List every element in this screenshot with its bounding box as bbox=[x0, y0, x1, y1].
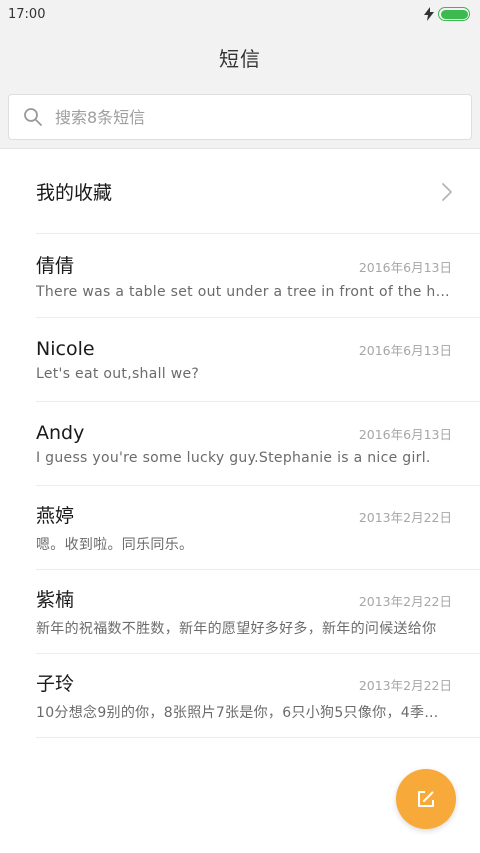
search-box[interactable] bbox=[8, 94, 472, 140]
message-preview: There was a table set out under a tree i… bbox=[36, 284, 452, 300]
contact-name: Andy bbox=[36, 421, 85, 444]
contact-name: Nicole bbox=[36, 337, 95, 360]
message-item[interactable]: 倩倩 2016年6月13日 There was a table set out … bbox=[36, 234, 480, 318]
app-header: 短信 bbox=[0, 28, 480, 86]
battery-icon bbox=[438, 7, 470, 21]
contact-name: 子玲 bbox=[36, 673, 75, 695]
charging-icon bbox=[424, 7, 434, 21]
search-icon bbox=[23, 107, 43, 127]
message-list: 我的收藏 倩倩 2016年6月13日 There was a table set… bbox=[0, 150, 480, 738]
search-input[interactable] bbox=[55, 107, 435, 127]
message-preview: 新年的祝福数不胜数，新年的愿望好多好多，新年的问候送给你 bbox=[36, 621, 437, 637]
message-date: 2016年6月13日 bbox=[358, 342, 452, 358]
message-date: 2013年2月22日 bbox=[358, 594, 452, 609]
message-item[interactable]: Nicole 2016年6月13日 Let's eat out,shall we… bbox=[36, 318, 480, 402]
message-item[interactable]: 紫楠 2013年2月22日 新年的祝福数不胜数，新年的愿望好多好多，新年的问候送… bbox=[36, 570, 480, 654]
message-item[interactable]: 燕婷 2013年2月22日 嗯。收到啦。同乐同乐。 bbox=[36, 486, 480, 570]
status-icons bbox=[424, 7, 470, 21]
message-item[interactable]: 子玲 2013年2月22日 10分想念9别的你，8张照片7张是你，6只小狗5只像… bbox=[36, 654, 480, 738]
message-preview: I guess you're some lucky guy.Stephanie … bbox=[36, 449, 431, 466]
favorites-row[interactable]: 我的收藏 bbox=[36, 150, 480, 234]
battery-fill bbox=[440, 9, 468, 19]
message-date: 2016年6月13日 bbox=[358, 260, 452, 275]
chevron-right-icon bbox=[440, 182, 454, 202]
contact-name: 倩倩 bbox=[36, 255, 75, 277]
message-date: 2013年2月22日 bbox=[358, 678, 452, 693]
message-item[interactable]: Andy 2016年6月13日 I guess you're some luck… bbox=[36, 402, 480, 486]
compose-button[interactable] bbox=[396, 769, 456, 829]
page-title: 短信 bbox=[219, 46, 261, 71]
message-date: 2016年6月13日 bbox=[358, 426, 452, 442]
contact-name: 燕婷 bbox=[36, 505, 75, 527]
message-preview: 嗯。收到啦。同乐同乐。 bbox=[36, 537, 194, 553]
contact-name: 紫楠 bbox=[36, 589, 75, 611]
messages-screen: 17:00 短信 我的收藏 bbox=[0, 0, 480, 853]
favorites-label: 我的收藏 bbox=[36, 182, 113, 204]
status-bar: 17:00 bbox=[0, 0, 480, 28]
message-preview: 10分想念9别的你，8张照片7张是你，6只小狗5只像你，4季想你 bbox=[36, 705, 452, 721]
message-preview: Let's eat out,shall we? bbox=[36, 365, 200, 382]
status-time: 17:00 bbox=[8, 6, 46, 22]
compose-icon bbox=[416, 789, 436, 809]
message-date: 2013年2月22日 bbox=[358, 510, 452, 525]
search-bar bbox=[0, 86, 480, 149]
